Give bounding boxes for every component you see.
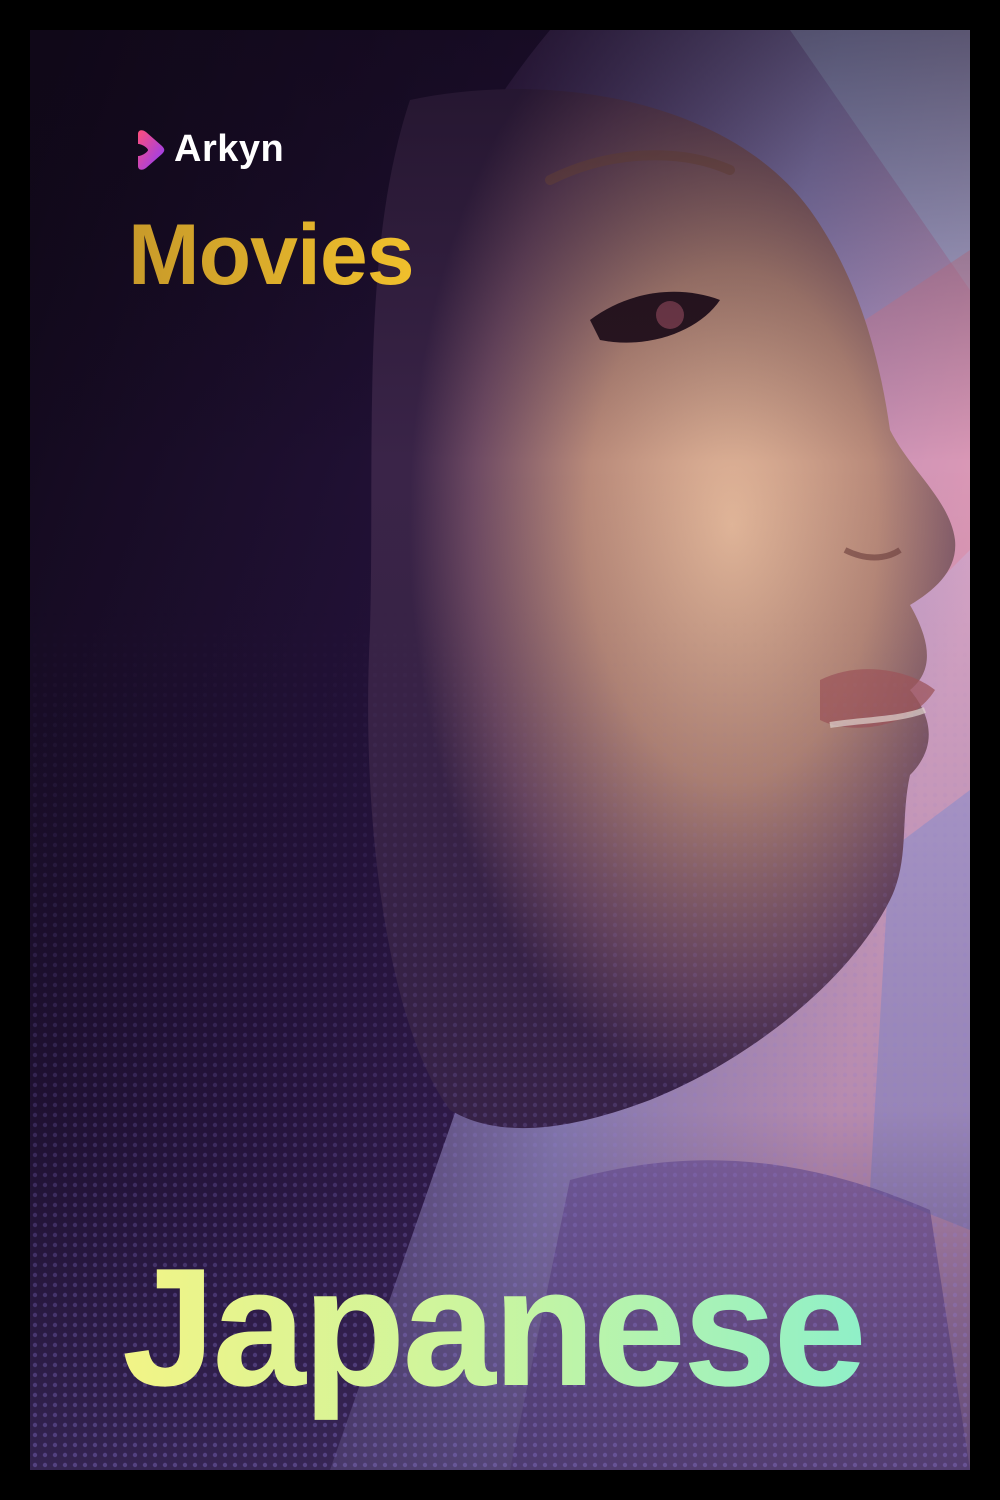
brand-logo: Arkyn: [134, 128, 284, 171]
category-title: Japanese: [122, 1233, 867, 1421]
brand-name: Arkyn: [174, 128, 285, 170]
play-heart-icon: [138, 129, 165, 170]
section-title: Movies: [128, 207, 415, 303]
poster: Arkyn Movies Japanese: [30, 30, 970, 1470]
